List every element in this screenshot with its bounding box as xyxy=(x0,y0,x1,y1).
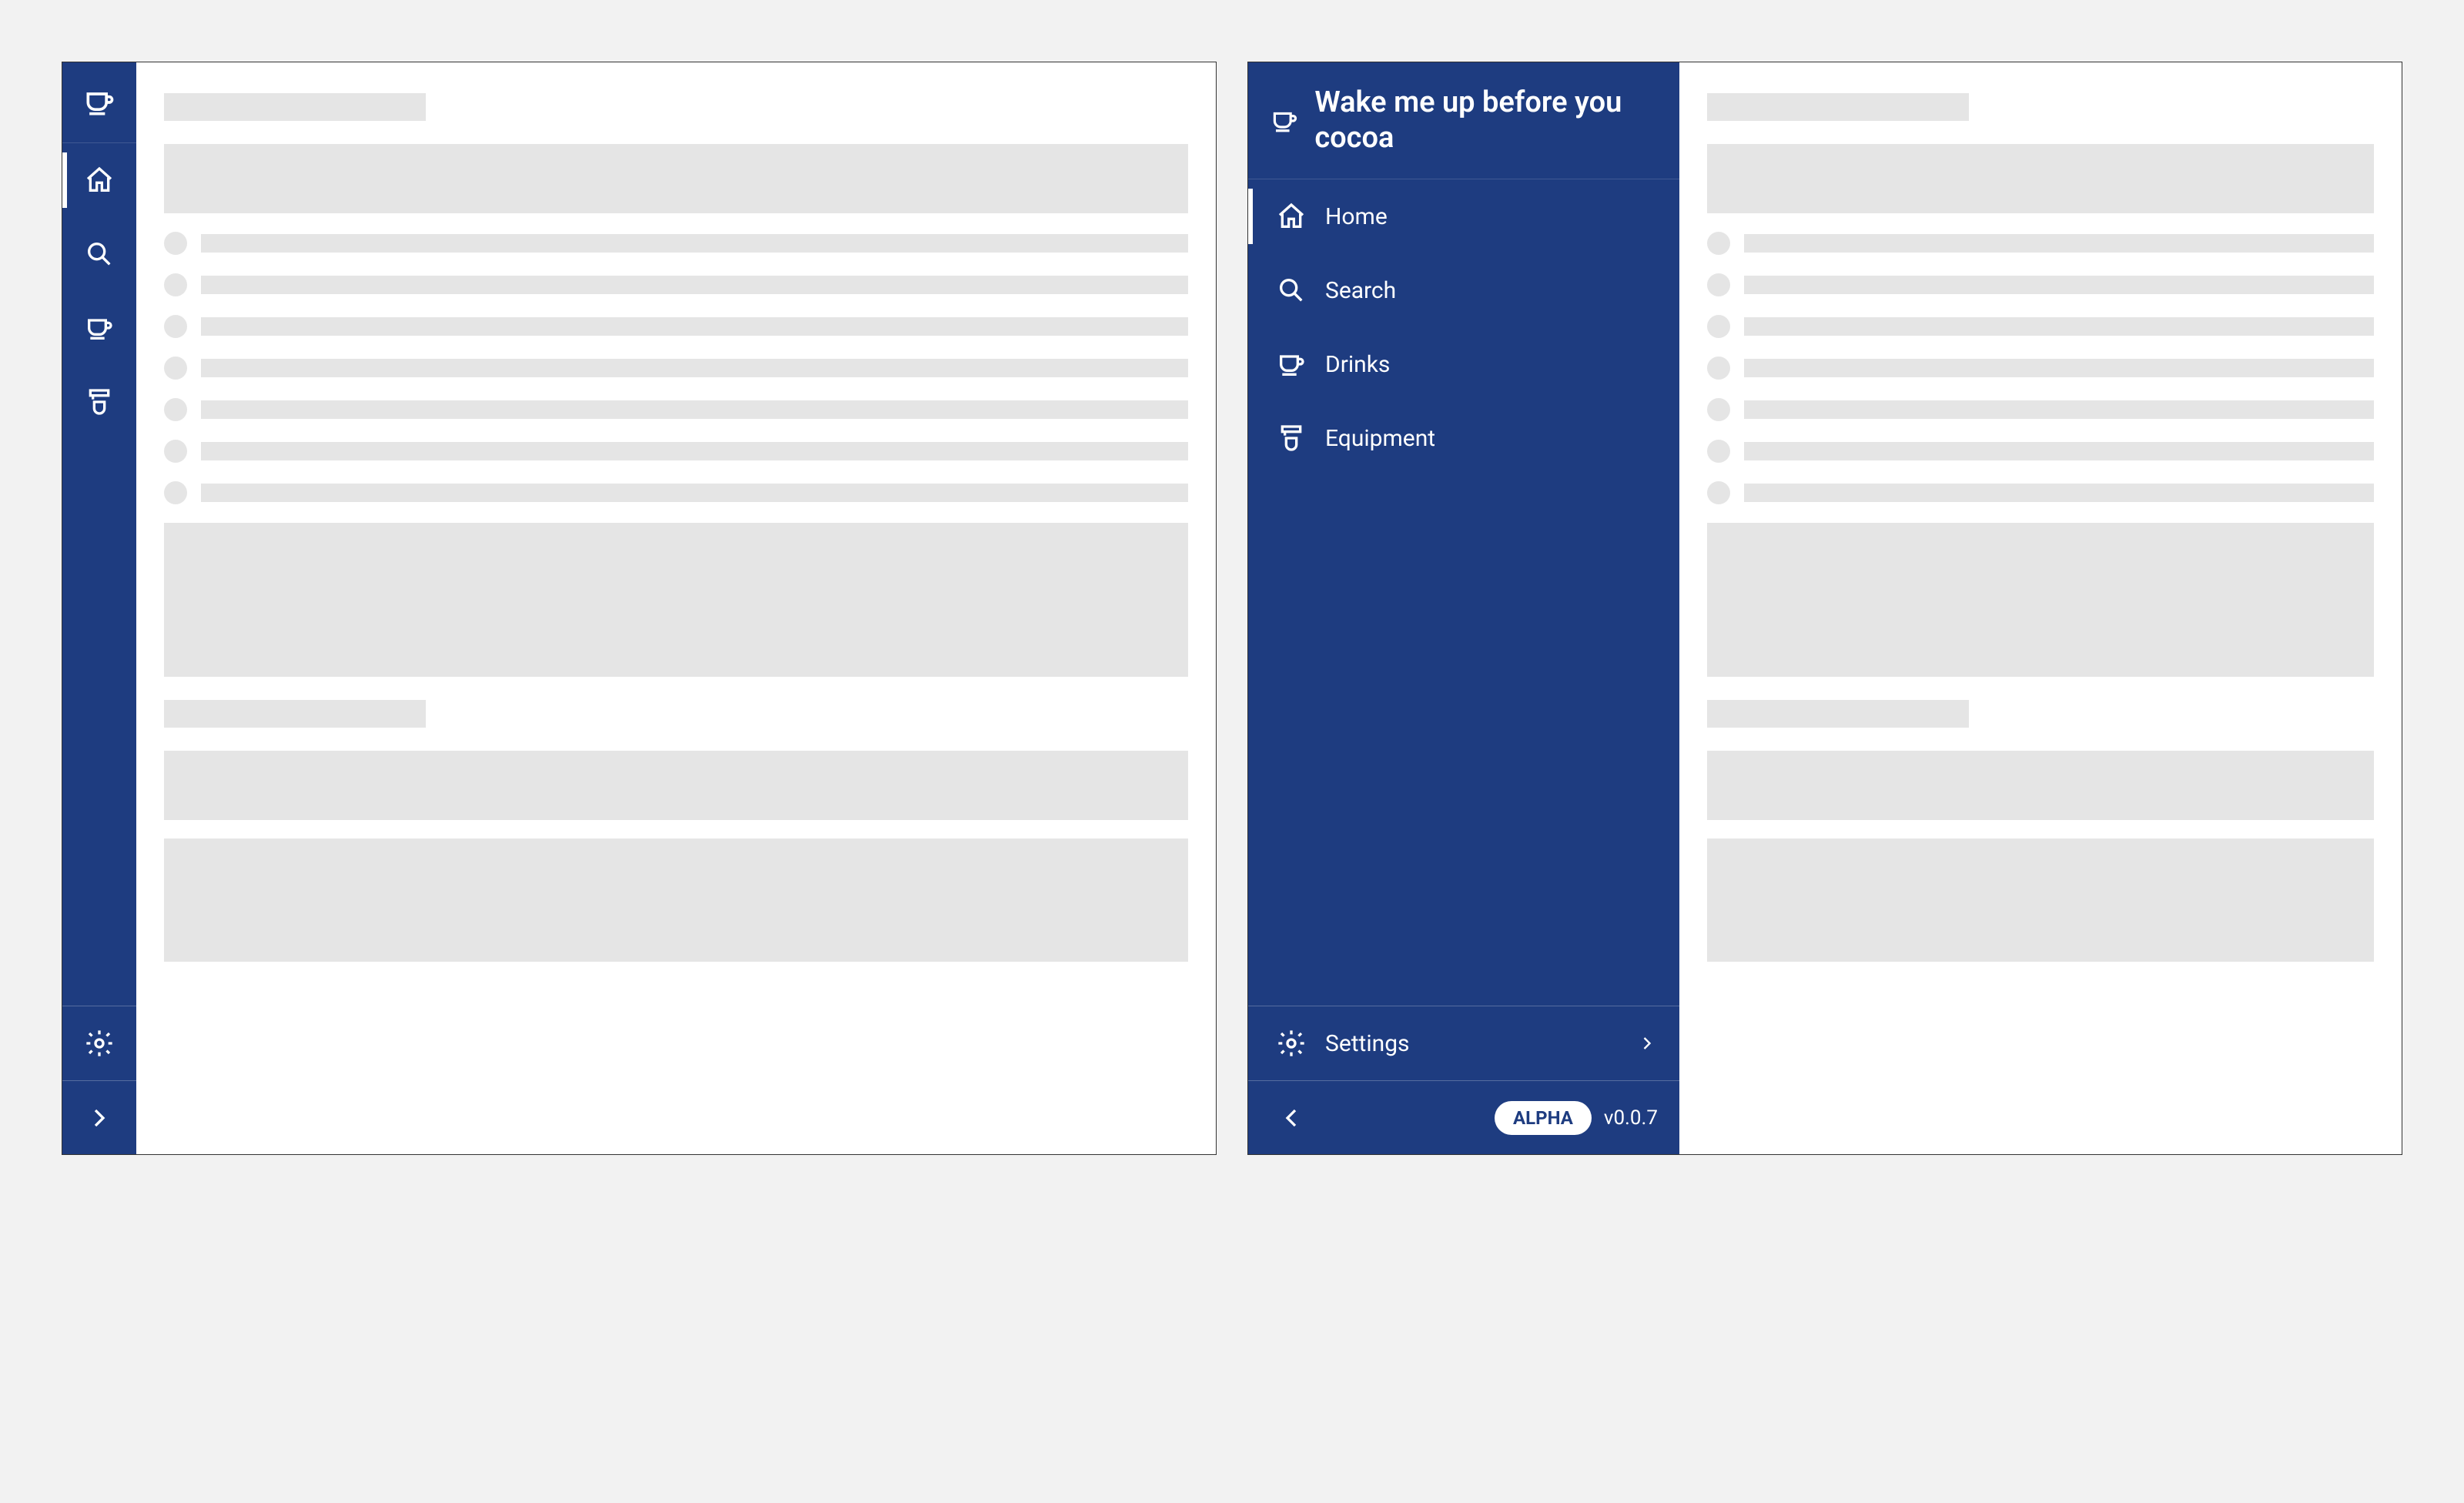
app-title: Wake me up before you cocoa xyxy=(1314,85,1658,156)
placeholder-list-row xyxy=(1707,481,2374,504)
home-icon xyxy=(1276,201,1307,232)
placeholder-list-row xyxy=(164,481,1188,504)
app-window-expanded: Wake me up before you cocoa Home Search … xyxy=(1247,62,2402,1155)
placeholder-banner xyxy=(1707,144,2374,213)
app-logo-cup-icon xyxy=(1270,104,1299,138)
placeholder-banner xyxy=(164,751,1188,820)
sidenav-items: Home Search Drinks Equipment xyxy=(1248,179,1679,1006)
sidenav-item-drinks[interactable]: Drinks xyxy=(62,291,136,365)
content-area xyxy=(1679,62,2402,1154)
placeholder-list-row xyxy=(164,440,1188,463)
gear-icon xyxy=(1276,1028,1307,1059)
sidenav-item-label: Home xyxy=(1325,203,1388,230)
search-icon xyxy=(84,239,115,269)
home-icon xyxy=(84,165,115,196)
placeholder-block xyxy=(164,523,1188,677)
chevron-left-icon[interactable] xyxy=(1276,1103,1307,1133)
sidenav-collapsed: Home Search Drinks Equipment xyxy=(62,62,136,1154)
content-area xyxy=(136,62,1216,1154)
gear-icon xyxy=(84,1028,115,1059)
version-text: v0.0.7 xyxy=(1604,1106,1658,1130)
version-badge: ALPHA xyxy=(1495,1101,1592,1135)
sidenav-items: Home Search Drinks Equipment xyxy=(62,143,136,1006)
coffeemaker-icon xyxy=(1276,423,1307,454)
chevron-right-icon[interactable] xyxy=(84,1103,115,1133)
cup-icon xyxy=(1276,349,1307,380)
sidenav-item-equipment[interactable]: Equipment xyxy=(62,365,136,439)
placeholder-title xyxy=(164,700,426,728)
placeholder-block xyxy=(1707,839,2374,962)
placeholder-list-row xyxy=(1707,273,2374,296)
app-logo-cup-icon xyxy=(82,85,116,119)
app-window-collapsed: Home Search Drinks Equipment xyxy=(62,62,1217,1155)
sidenav-item-home[interactable]: Home xyxy=(62,143,136,217)
sidenav-item-settings[interactable] xyxy=(62,1006,136,1080)
placeholder-list-row xyxy=(1707,232,2374,255)
placeholder-title xyxy=(1707,700,1969,728)
sidenav-toggle-row: ALPHA v0.0.7 xyxy=(1248,1080,1679,1154)
sidenav-item-label: Search xyxy=(1325,277,1396,304)
coffeemaker-icon xyxy=(84,387,115,417)
sidenav-item-equipment[interactable]: Equipment xyxy=(1248,401,1679,475)
placeholder-list-row xyxy=(1707,357,2374,380)
sidenav-header: Wake me up before you cocoa xyxy=(1248,62,1679,179)
sidenav-footer: Settings ALPHA v0.0.7 xyxy=(1248,1006,1679,1154)
sidenav-item-search[interactable]: Search xyxy=(1248,253,1679,327)
placeholder-list-row xyxy=(164,232,1188,255)
placeholder-title xyxy=(1707,93,1969,121)
sidenav-footer xyxy=(62,1006,136,1154)
placeholder-list-row xyxy=(1707,398,2374,421)
placeholder-title xyxy=(164,93,426,121)
chevron-right-icon xyxy=(1636,1033,1658,1054)
sidenav-toggle-row xyxy=(62,1080,136,1154)
cup-icon xyxy=(84,313,115,343)
placeholder-block xyxy=(1707,523,2374,677)
sidenav-item-settings[interactable]: Settings xyxy=(1248,1006,1679,1080)
sidenav-item-label: Settings xyxy=(1325,1030,1410,1057)
placeholder-list-row xyxy=(1707,440,2374,463)
sidenav-item-drinks[interactable]: Drinks xyxy=(1248,327,1679,401)
sidenav-item-label: Drinks xyxy=(1325,351,1390,378)
placeholder-list-row xyxy=(164,357,1188,380)
placeholder-list-row xyxy=(164,398,1188,421)
search-icon xyxy=(1276,275,1307,306)
sidenav-item-search[interactable]: Search xyxy=(62,217,136,291)
placeholder-list-row xyxy=(164,315,1188,338)
placeholder-banner xyxy=(1707,751,2374,820)
sidenav-item-label: Equipment xyxy=(1325,425,1435,452)
sidenav-item-home[interactable]: Home xyxy=(1248,179,1679,253)
placeholder-banner xyxy=(164,144,1188,213)
placeholder-block xyxy=(164,839,1188,962)
sidenav-expanded: Wake me up before you cocoa Home Search … xyxy=(1248,62,1679,1154)
placeholder-list-row xyxy=(1707,315,2374,338)
placeholder-list-row xyxy=(164,273,1188,296)
sidenav-header xyxy=(62,62,136,143)
